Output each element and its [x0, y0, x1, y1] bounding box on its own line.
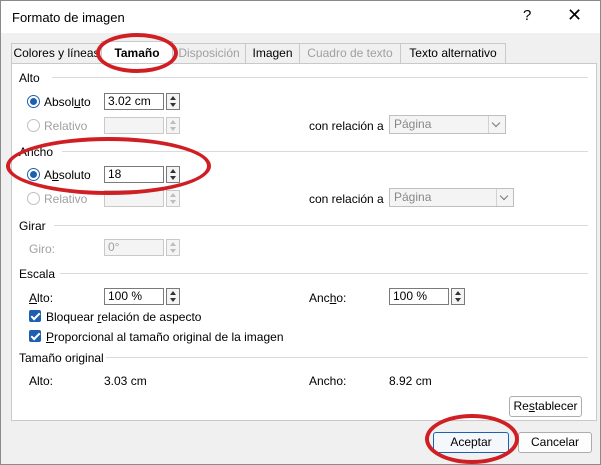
section-girar: Girar — [19, 219, 46, 233]
chevron-down-icon[interactable] — [496, 189, 513, 206]
giro-label: Giro: — [29, 242, 56, 256]
tab-imagen[interactable]: Imagen — [245, 43, 300, 63]
spin-down-icon[interactable] — [455, 298, 461, 302]
alto-absoluto-label: Absoluto — [44, 95, 91, 109]
escala-alto-spinner[interactable] — [166, 288, 180, 305]
spin-up-icon[interactable] — [170, 96, 176, 100]
format-image-dialog: Formato de imagen ? ✕ Colores y líneas T… — [0, 0, 601, 465]
dialog-title: Formato de imagen — [12, 10, 125, 25]
escala-ancho-input[interactable]: 100 % — [389, 288, 449, 305]
original-ancho-label: Ancho: — [309, 374, 347, 388]
divider — [60, 273, 588, 274]
section-tamano-original: Tamaño original — [19, 351, 104, 365]
ancho-relation-value: Página — [394, 190, 432, 204]
escala-ancho-spinner[interactable] — [451, 288, 465, 305]
size-panel: Alto Absoluto 3.02 cm Relativo con relac… — [11, 63, 597, 421]
alto-relativo-input[interactable] — [104, 117, 164, 134]
alto-relation-value: Página — [394, 117, 432, 131]
ok-button[interactable]: Aceptar — [433, 432, 509, 453]
spin-down-icon[interactable] — [170, 127, 176, 131]
alto-relativo-spinner[interactable] — [166, 117, 180, 134]
escala-alto-label: Alto: — [29, 291, 54, 305]
tab-tamano[interactable]: Tamaño — [101, 41, 173, 63]
ancho-absoluto-input[interactable]: 18 — [104, 166, 164, 183]
divider — [106, 357, 588, 358]
giro-spinner[interactable] — [166, 239, 180, 256]
alto-relativo-label: Relativo — [44, 119, 88, 133]
divider — [54, 225, 588, 226]
chevron-down-icon[interactable] — [488, 116, 505, 133]
lock-aspect-checkbox[interactable] — [29, 310, 41, 322]
ancho-absoluto-spinner[interactable] — [166, 166, 180, 183]
lock-aspect-label: Bloquear relación de aspecto — [46, 310, 202, 324]
spin-down-icon[interactable] — [170, 176, 176, 180]
alto-absoluto-spinner[interactable] — [166, 93, 180, 110]
tab-cuadro-texto[interactable]: Cuadro de texto — [299, 43, 401, 63]
spin-up-icon[interactable] — [170, 120, 176, 124]
reset-button[interactable]: Restablecer — [509, 396, 582, 417]
spin-down-icon[interactable] — [170, 200, 176, 204]
divider — [52, 77, 588, 78]
title-bar: Formato de imagen ? ✕ — [1, 1, 600, 33]
original-alto-label: Alto: — [29, 374, 54, 388]
section-alto: Alto — [19, 71, 40, 85]
ancho-absoluto-label: Absoluto — [44, 168, 91, 182]
spin-up-icon[interactable] — [170, 169, 176, 173]
spin-up-icon[interactable] — [455, 291, 461, 295]
proportional-checkbox[interactable] — [29, 330, 41, 342]
ancho-relation-select[interactable]: Página — [389, 188, 514, 207]
spin-down-icon[interactable] — [170, 298, 176, 302]
alto-absoluto-input[interactable]: 3.02 cm — [104, 93, 164, 110]
help-icon[interactable]: ? — [523, 7, 531, 24]
tab-colores-lineas[interactable]: Colores y líneas — [11, 43, 102, 63]
section-escala: Escala — [19, 267, 56, 281]
escala-alto-input[interactable]: 100 % — [104, 288, 164, 305]
ancho-relativo-label: Relativo — [44, 192, 88, 206]
tab-texto-alternativo[interactable]: Texto alternativo — [400, 43, 506, 63]
spin-up-icon[interactable] — [170, 242, 176, 246]
original-alto-value: 3.03 cm — [104, 374, 147, 388]
alto-absoluto-radio[interactable] — [27, 95, 40, 108]
cancel-button[interactable]: Cancelar — [518, 432, 592, 453]
spin-up-icon[interactable] — [170, 291, 176, 295]
spin-down-icon[interactable] — [170, 103, 176, 107]
original-ancho-value: 8.92 cm — [389, 374, 432, 388]
spin-up-icon[interactable] — [170, 193, 176, 197]
proportional-label: Proporcional al tamaño original de la im… — [46, 330, 284, 344]
close-icon[interactable]: ✕ — [567, 5, 582, 26]
ancho-relativo-spinner[interactable] — [166, 190, 180, 207]
alto-relation-label: con relación a — [309, 119, 384, 133]
section-ancho: Ancho — [19, 145, 54, 159]
tab-disposicion[interactable]: Disposición — [172, 43, 246, 63]
alto-relation-select[interactable]: Página — [389, 115, 506, 134]
ancho-relation-label: con relación a — [309, 192, 384, 206]
divider — [62, 151, 588, 152]
ancho-relativo-radio[interactable] — [27, 192, 40, 205]
alto-relativo-radio[interactable] — [27, 119, 40, 132]
spin-down-icon[interactable] — [170, 249, 176, 253]
giro-input[interactable]: 0° — [104, 239, 164, 256]
ancho-absoluto-radio[interactable] — [27, 168, 40, 181]
escala-ancho-label: Ancho: — [309, 291, 347, 305]
ancho-relativo-input[interactable] — [104, 190, 164, 207]
